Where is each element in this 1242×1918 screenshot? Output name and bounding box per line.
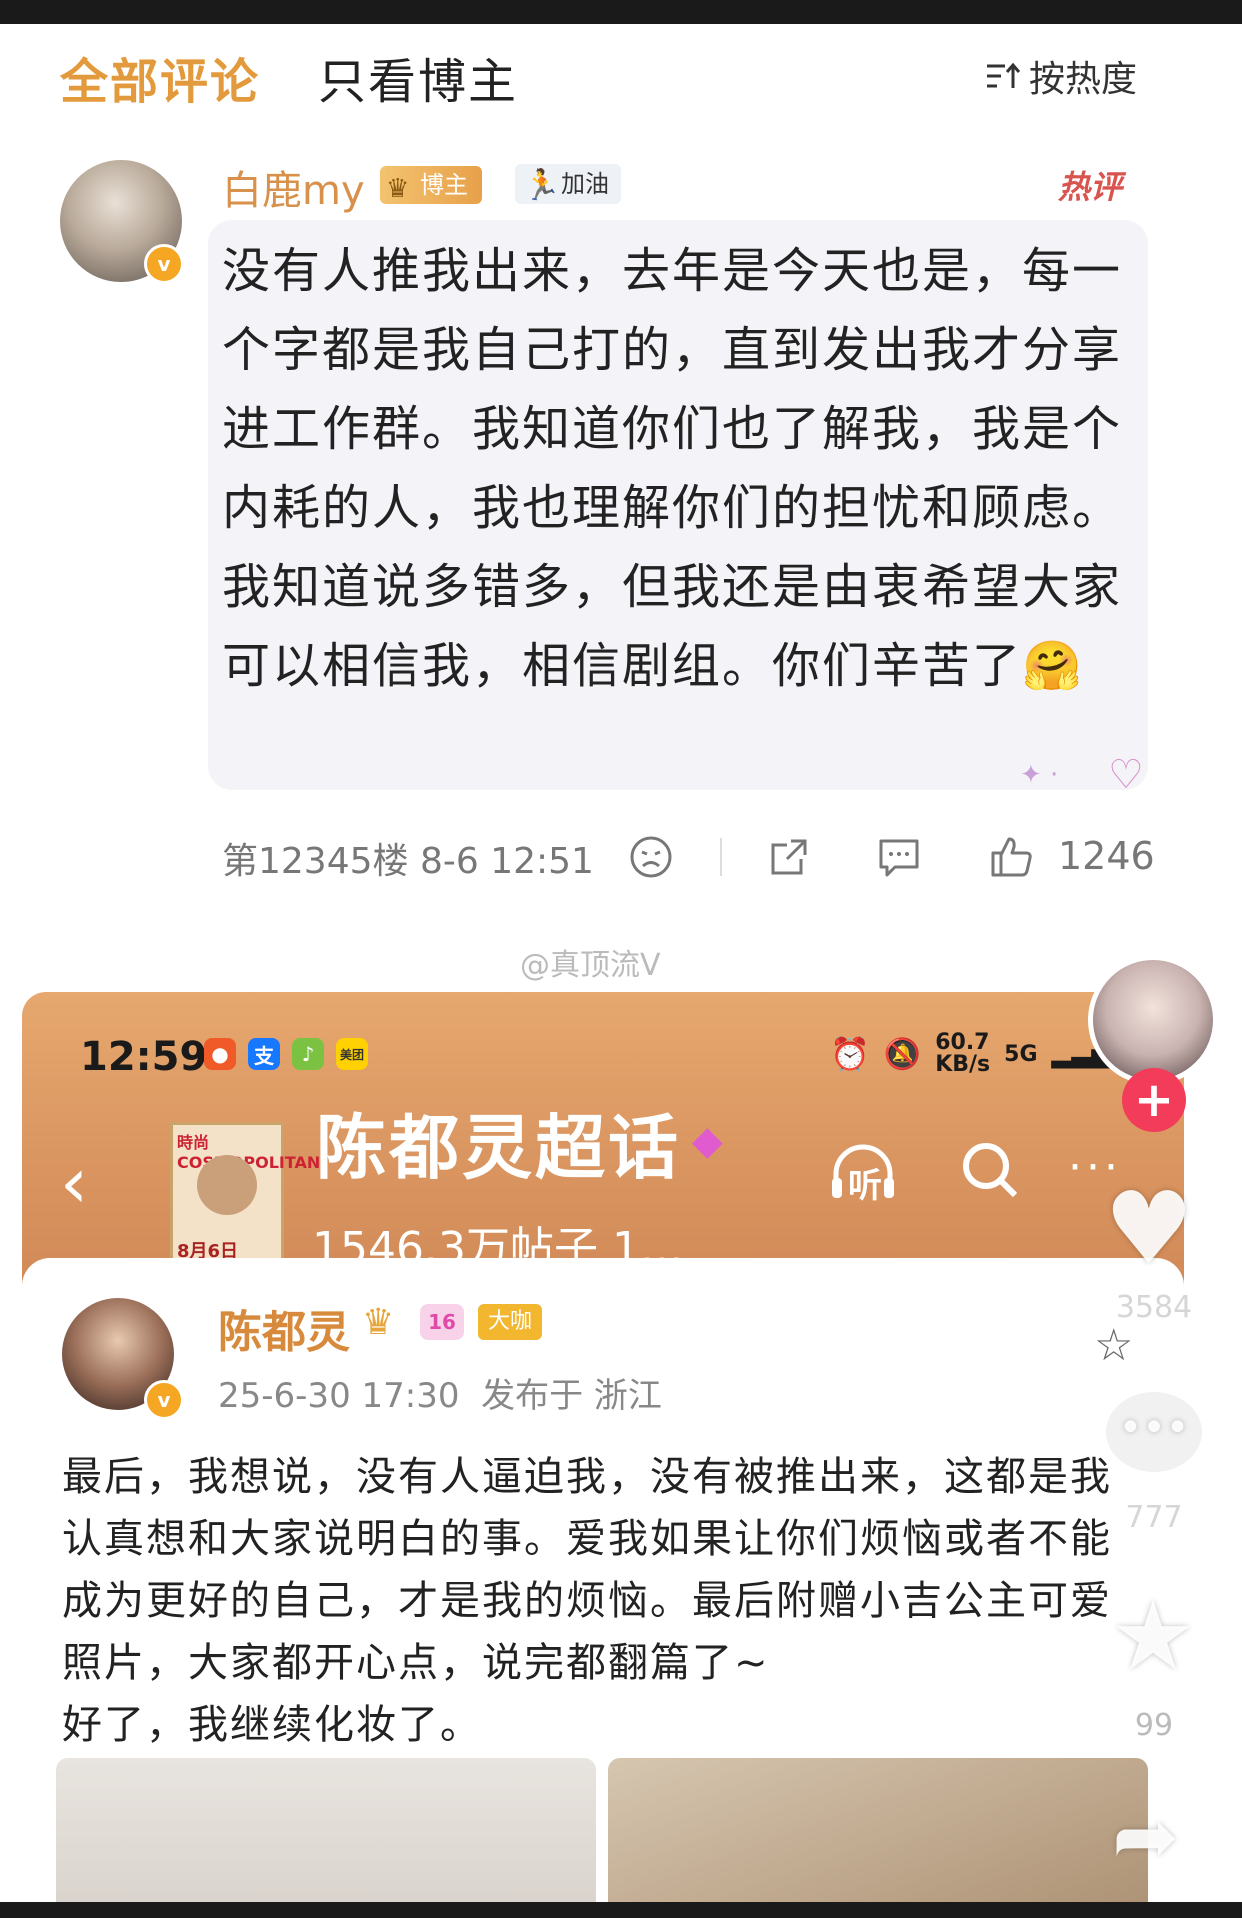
watermark: @真顶流V — [520, 948, 661, 983]
dislike-face-icon[interactable] — [628, 834, 674, 880]
post-card: v 陈都灵 ♛ 16 大咖 25-6-30 17:30 发布于 浙江 最后，我想… — [22, 1258, 1184, 1912]
music-app-icon: ♪ — [292, 1038, 324, 1070]
heart-icon[interactable]: ♥ — [1104, 1170, 1194, 1287]
tab-blogger-only[interactable]: 只看博主 — [318, 42, 518, 112]
verified-icon: v — [144, 1380, 184, 1420]
post-user-name[interactable]: 陈都灵 — [218, 1296, 350, 1360]
sort-label: 按热度 — [1029, 59, 1138, 100]
overlay-comment-count: 777 — [1125, 1500, 1183, 1535]
supertopic-cover[interactable]: 時尚 COSMOPOLITAN 8月6日14:00 — [170, 1122, 320, 1284]
embedded-screenshot: 12:59 ● 支 ♪ 美团 ⏰ 🔕 60.7 KB/s 5G ▂▃▅ ‹ 時尚… — [22, 992, 1184, 1912]
post-image-1[interactable] — [56, 1758, 596, 1912]
status-time: 12:59 — [80, 1034, 208, 1080]
alarm-icon: ⏰ — [830, 1035, 870, 1073]
host-badge-label: 博主 — [420, 171, 468, 199]
meituan-icon: 美团 — [336, 1038, 368, 1070]
favorite-star-icon[interactable]: ★ — [1110, 1580, 1196, 1692]
comment-user-name[interactable]: 白鹿my — [222, 158, 365, 216]
sort-icon — [987, 62, 1021, 88]
hot-comment-label: 热评 — [1058, 168, 1123, 206]
cover-photo — [197, 1155, 257, 1215]
crown-icon: ♛ — [362, 1302, 395, 1343]
reply-icon[interactable] — [876, 834, 922, 880]
tab-all-comments[interactable]: 全部评论 — [60, 42, 260, 112]
diamond-icon: ◆ — [692, 1118, 723, 1164]
comment-floor-time: 第12345楼 8-6 12:51 — [222, 841, 594, 882]
runner-icon: 🏃 — [523, 168, 561, 203]
back-arrow-icon[interactable]: ‹ — [60, 1142, 88, 1224]
listen-button[interactable]: 听 — [828, 1142, 898, 1206]
sort-by-hot-button[interactable]: 按热度 — [985, 50, 1137, 102]
star-outline-icon[interactable]: ☆ — [1094, 1320, 1133, 1371]
overlay-fav-count: 99 — [1134, 1708, 1174, 1743]
big-shot-badge: 大咖 — [478, 1304, 543, 1340]
listen-label: 听 — [848, 1166, 882, 1206]
follow-plus-button[interactable]: + — [1122, 1068, 1186, 1132]
cheer-badge-label: 加油 — [561, 170, 609, 198]
creator-avatar[interactable] — [1088, 955, 1218, 1085]
divider — [720, 838, 722, 876]
share-arrow-icon[interactable]: ➦ — [1112, 1790, 1179, 1883]
status-indicators: ⏰ 🔕 60.7 KB/s 5G ▂▃▅ — [830, 1032, 1112, 1076]
post-date-location: 25-6-30 17:30 发布于 浙江 — [218, 1376, 662, 1416]
comment-icon[interactable]: ••• — [1106, 1392, 1202, 1472]
level-badge: 16 — [420, 1304, 464, 1340]
comment-text: 没有人推我出来，去年是今天也是，每一个字都是我自己打的，直到发出我才分享进工作群… — [222, 243, 1123, 694]
net-type: 5G — [1004, 1041, 1038, 1067]
thumbs-up-icon[interactable] — [988, 832, 1036, 880]
post-text: 最后，我想说，没有人逼迫我，没有被推出来，这都是我认真想和大家说明白的事。爱我如… — [62, 1454, 1112, 1748]
sparkle-icon: ✦ · — [1020, 760, 1059, 790]
verified-icon: v — [144, 244, 184, 284]
alipay-icon: 支 — [248, 1038, 280, 1070]
supertopic-title: 陈都灵超话 — [316, 1107, 681, 1189]
mute-icon: 🔕 — [883, 1036, 922, 1072]
host-badge: ♛ 博主 — [380, 166, 482, 204]
search-icon[interactable] — [958, 1138, 1022, 1217]
like-count: 1246 — [1058, 834, 1155, 878]
share-icon[interactable] — [766, 834, 812, 880]
app-notification-icon: ● — [204, 1038, 236, 1070]
crown-icon: ♛ — [386, 174, 410, 204]
net-speed: 60.7 KB/s — [935, 1030, 991, 1077]
bottom-edge-bar — [0, 1902, 1242, 1918]
heart-decoration-icon: ♡ — [1108, 752, 1144, 798]
cheer-badge: 🏃 加油 — [515, 164, 621, 204]
top-edge-bar — [0, 0, 1242, 24]
post-image-2[interactable] — [608, 1758, 1148, 1912]
